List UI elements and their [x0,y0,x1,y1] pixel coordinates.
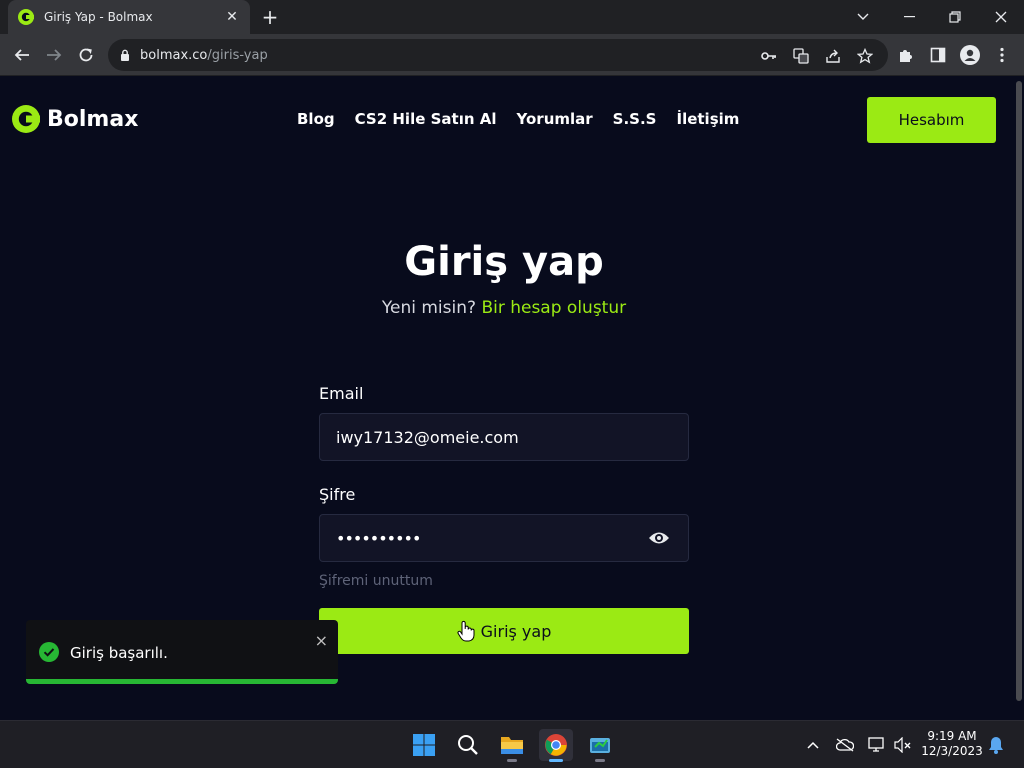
login-submit-label: Giriş yap [480,621,552,641]
tab-title: Giriş Yap - Bolmax [44,10,153,24]
nav-link-yorumlar[interactable]: Yorumlar [517,110,593,128]
page-title: Giriş yap [404,239,604,285]
main-nav: Blog CS2 Hile Satın Al Yorumlar S.S.S İl… [297,110,739,128]
tab-search-chevron-icon[interactable] [840,0,886,34]
web-page: Bolmax Blog CS2 Hile Satın Al Yorumlar S… [0,77,1024,720]
search-icon[interactable] [451,729,485,761]
address-bar[interactable]: bolmax.co/giris-yap [108,39,888,71]
chrome-menu-icon[interactable] [990,43,1014,67]
toast-message: Giriş başarılı. [70,644,168,662]
bolmax-favicon-icon [18,9,34,25]
chrome-taskbar-icon[interactable] [539,729,573,762]
email-value: iwy17132@omeie.com [336,427,519,447]
forgot-password-link[interactable]: Şifremi unuttum [319,573,433,589]
key-icon[interactable] [760,47,778,65]
signup-link[interactable]: Bir hesap oluştur [481,298,626,318]
account-button[interactable]: Hesabım [867,97,996,143]
notification-bell-icon[interactable] [986,735,1006,755]
signup-prompt: Yeni misin? Bir hesap oluştur [0,298,1008,318]
tray-chevron-up-icon[interactable] [803,735,823,755]
windows-taskbar: 9:19 AM 12/3/2023 [0,720,1024,768]
toast-close-icon[interactable]: × [315,631,328,650]
check-circle-icon [39,642,59,662]
extensions-puzzle-icon[interactable] [894,43,918,67]
back-icon[interactable] [10,43,34,67]
minimize-button[interactable] [886,0,932,34]
email-field[interactable]: iwy17132@omeie.com [319,413,689,461]
file-explorer-icon[interactable] [495,729,529,762]
translate-icon[interactable] [792,47,810,65]
password-field[interactable]: •••••••••• [319,514,689,562]
nav-link-sss[interactable]: S.S.S [613,110,657,128]
nav-link-blog[interactable]: Blog [297,110,335,128]
browser-tab-strip: Giriş Yap - Bolmax ✕ + [0,0,1024,34]
start-windows-icon[interactable] [407,729,441,761]
bookmark-star-icon[interactable] [856,47,874,65]
hand-cursor-icon [457,620,475,642]
share-icon[interactable] [824,47,842,65]
volume-muted-icon[interactable] [893,735,913,755]
network-monitor-icon[interactable] [867,735,887,755]
show-password-eye-icon[interactable] [648,529,670,547]
side-panel-icon[interactable] [926,43,950,67]
profile-avatar-icon[interactable] [958,43,982,67]
forward-icon[interactable] [42,43,66,67]
app-window-icon[interactable] [583,729,617,762]
password-value: •••••••••• [336,528,421,548]
bolmax-logo-icon [12,105,40,133]
nav-link-cs2-hile[interactable]: CS2 Hile Satın Al [355,110,497,128]
password-label: Şifre [319,485,356,504]
clock-date: 12/3/2023 [921,744,983,758]
url-text: bolmax.co/giris-yap [140,47,268,63]
page-scrollbar[interactable] [1016,81,1022,701]
tab-close-icon[interactable]: ✕ [224,9,240,25]
toast-progress-bar [26,679,338,684]
restore-button[interactable] [932,0,978,34]
clock-time: 9:19 AM [927,729,977,743]
login-submit-button[interactable]: Giriş yap [319,608,689,654]
new-user-text: Yeni misin? [381,298,477,318]
browser-toolbar: bolmax.co/giris-yap [0,34,1024,76]
site-logo[interactable]: Bolmax [12,105,138,133]
chrome-active-indicator [549,759,563,762]
email-label: Email [319,384,364,403]
app-running-indicator [595,759,605,762]
browser-tab[interactable]: Giriş Yap - Bolmax ✕ [8,0,250,34]
taskbar-clock[interactable]: 9:19 AM 12/3/2023 [920,729,984,759]
success-toast: Giriş başarılı. × [26,620,338,684]
nav-link-iletisim[interactable]: İletişim [676,110,739,128]
new-tab-button[interactable]: + [258,5,282,29]
onedrive-cloud-icon[interactable] [835,735,855,755]
lock-icon [121,49,129,61]
reload-icon[interactable] [74,43,98,67]
file-explorer-running-indicator [507,759,517,762]
brand-name: Bolmax [47,106,139,132]
close-window-button[interactable] [978,0,1024,34]
